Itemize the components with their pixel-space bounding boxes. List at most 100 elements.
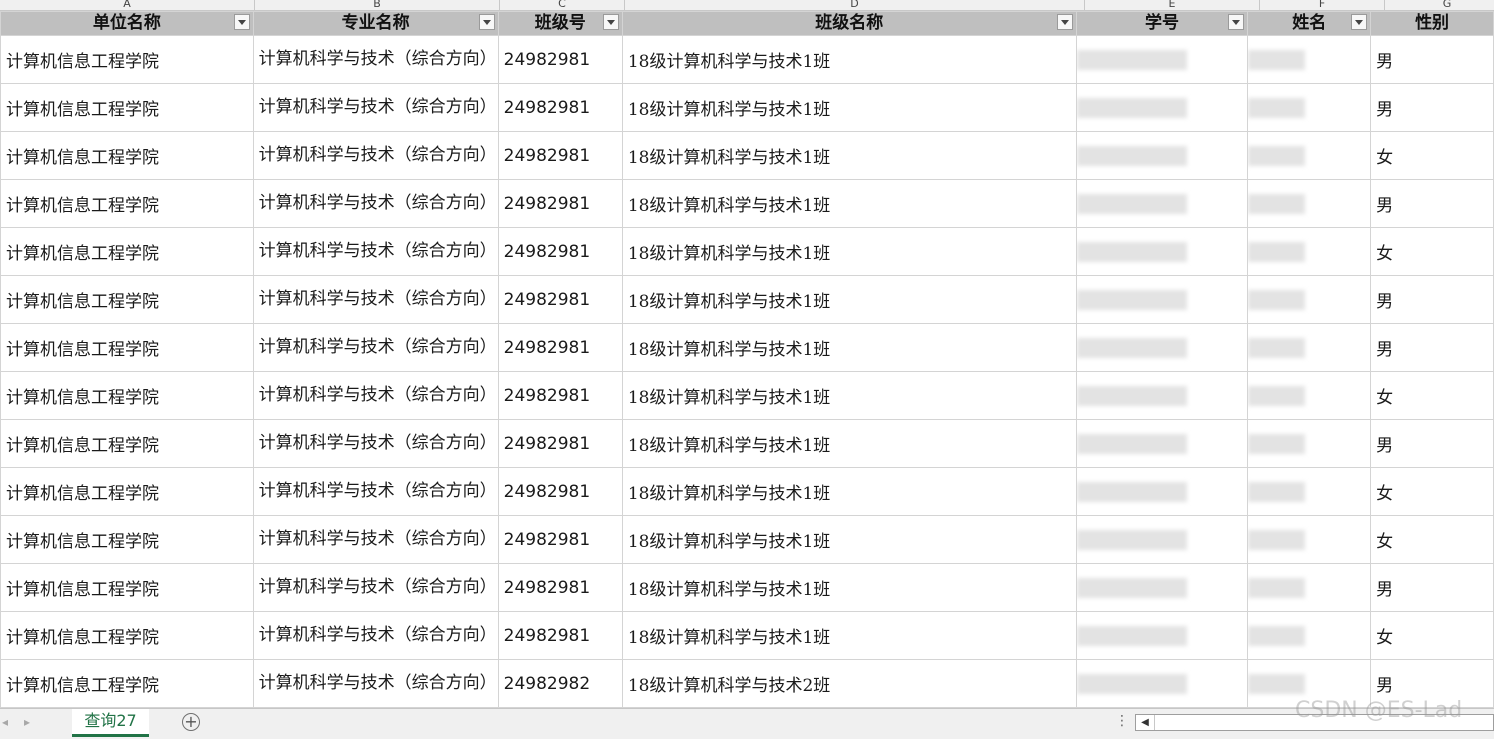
cell-gender[interactable]: 男 [1370,563,1494,612]
header-cell-major[interactable]: 专业名称 [252,11,499,36]
cell-class-no[interactable]: 24982981 [497,419,623,468]
sheet-nav-next-icon[interactable]: ▸ [24,715,30,729]
cell-class-no[interactable]: 24982981 [497,275,623,324]
cell-student-id-redacted[interactable] [1075,611,1249,660]
cell-name-redacted[interactable] [1247,419,1372,468]
cell-unit[interactable]: 计算机信息工程学院 [0,611,254,660]
cell-name-redacted[interactable] [1247,467,1372,516]
cell-name-redacted[interactable] [1247,275,1372,324]
filter-dropdown-icon[interactable] [1056,14,1073,30]
cell-class-no[interactable]: 24982982 [497,659,623,708]
cell-student-id-redacted[interactable] [1075,83,1249,132]
cell-gender[interactable]: 男 [1370,35,1494,84]
cell-student-id-redacted[interactable] [1075,275,1249,324]
cell-gender[interactable]: 女 [1370,467,1494,516]
cell-class-name[interactable]: 18级计算机科学与技术1班 [621,419,1077,468]
cell-class-no[interactable]: 24982981 [497,35,623,84]
column-letter-e[interactable]: E [1085,0,1259,10]
cell-class-no[interactable]: 24982981 [497,179,623,228]
cell-gender[interactable]: 男 [1370,275,1494,324]
cell-name-redacted[interactable] [1247,563,1372,612]
column-letter-f[interactable]: F [1260,0,1384,10]
header-cell-name[interactable]: 姓名 [1247,11,1372,36]
cell-unit[interactable]: 计算机信息工程学院 [0,659,254,708]
cell-gender[interactable]: 男 [1370,179,1494,228]
cell-name-redacted[interactable] [1247,323,1372,372]
cell-class-no[interactable]: 24982981 [497,563,623,612]
cell-class-no[interactable]: 24982981 [497,131,623,180]
cell-major[interactable]: 计算机科学与技术（综合方向） [252,515,499,564]
cell-major[interactable]: 计算机科学与技术（综合方向） [252,83,499,132]
cell-class-name[interactable]: 18级计算机科学与技术1班 [621,131,1077,180]
filter-dropdown-icon[interactable] [233,14,250,30]
cell-name-redacted[interactable] [1247,131,1372,180]
cell-class-name[interactable]: 18级计算机科学与技术1班 [621,467,1077,516]
cell-major[interactable]: 计算机科学与技术（综合方向） [252,179,499,228]
header-cell-unit[interactable]: 单位名称 [0,11,254,36]
cell-class-name[interactable]: 18级计算机科学与技术1班 [621,275,1077,324]
header-cell-student-id[interactable]: 学号 [1075,11,1249,36]
cell-class-no[interactable]: 24982981 [497,227,623,276]
cell-class-no[interactable]: 24982981 [497,611,623,660]
cell-student-id-redacted[interactable] [1075,35,1249,84]
cell-name-redacted[interactable] [1247,179,1372,228]
cell-major[interactable]: 计算机科学与技术（综合方向） [252,323,499,372]
cell-major[interactable]: 计算机科学与技术（综合方向） [252,563,499,612]
cell-gender[interactable]: 女 [1370,611,1494,660]
cell-student-id-redacted[interactable] [1075,371,1249,420]
cell-class-name[interactable]: 18级计算机科学与技术1班 [621,35,1077,84]
cell-major[interactable]: 计算机科学与技术（综合方向） [252,275,499,324]
filter-dropdown-icon[interactable] [1228,14,1245,30]
cell-gender[interactable]: 男 [1370,83,1494,132]
cell-major[interactable]: 计算机科学与技术（综合方向） [252,467,499,516]
cell-student-id-redacted[interactable] [1075,227,1249,276]
tab-split-handle-icon[interactable]: ⋮ [1115,713,1129,729]
cell-unit[interactable]: 计算机信息工程学院 [0,467,254,516]
cell-class-name[interactable]: 18级计算机科学与技术1班 [621,515,1077,564]
cell-gender[interactable]: 女 [1370,515,1494,564]
cell-unit[interactable]: 计算机信息工程学院 [0,83,254,132]
cell-major[interactable]: 计算机科学与技术（综合方向） [252,131,499,180]
cell-gender[interactable]: 女 [1370,131,1494,180]
cell-class-no[interactable]: 24982981 [497,83,623,132]
header-cell-gender[interactable]: 性别 [1370,11,1494,36]
cell-major[interactable]: 计算机科学与技术（综合方向） [252,611,499,660]
cell-student-id-redacted[interactable] [1075,131,1249,180]
plus-circle-icon[interactable]: + [182,713,200,731]
column-letter-c[interactable]: C [500,0,624,10]
sheet-nav-prev-icon[interactable]: ◂ [2,715,8,729]
filter-dropdown-icon[interactable] [602,14,619,30]
cell-gender[interactable]: 女 [1370,227,1494,276]
column-letter-a[interactable]: A [0,0,254,10]
cell-class-name[interactable]: 18级计算机科学与技术1班 [621,179,1077,228]
cell-student-id-redacted[interactable] [1075,467,1249,516]
scroll-left-icon[interactable]: ◀ [1136,715,1155,730]
cell-gender[interactable]: 男 [1370,323,1494,372]
cell-unit[interactable]: 计算机信息工程学院 [0,371,254,420]
cell-unit[interactable]: 计算机信息工程学院 [0,419,254,468]
cell-unit[interactable]: 计算机信息工程学院 [0,323,254,372]
cell-class-no[interactable]: 24982981 [497,467,623,516]
cell-name-redacted[interactable] [1247,515,1372,564]
cell-unit[interactable]: 计算机信息工程学院 [0,515,254,564]
column-letter-g[interactable]: G [1385,0,1494,10]
header-cell-class-name[interactable]: 班级名称 [621,11,1077,36]
cell-name-redacted[interactable] [1247,227,1372,276]
filter-dropdown-icon[interactable] [478,14,495,30]
sheet-tab-active[interactable]: 查询27 [72,709,149,737]
cell-name-redacted[interactable] [1247,611,1372,660]
filter-dropdown-icon[interactable] [1351,14,1368,30]
cell-class-name[interactable]: 18级计算机科学与技术1班 [621,83,1077,132]
cell-unit[interactable]: 计算机信息工程学院 [0,35,254,84]
cell-student-id-redacted[interactable] [1075,419,1249,468]
cell-unit[interactable]: 计算机信息工程学院 [0,563,254,612]
cell-class-no[interactable]: 24982981 [497,371,623,420]
cell-major[interactable]: 计算机科学与技术（综合方向） [252,419,499,468]
cell-student-id-redacted[interactable] [1075,179,1249,228]
cell-student-id-redacted[interactable] [1075,515,1249,564]
cell-class-name[interactable]: 18级计算机科学与技术1班 [621,227,1077,276]
cell-student-id-redacted[interactable] [1075,323,1249,372]
cell-class-name[interactable]: 18级计算机科学与技术1班 [621,323,1077,372]
cell-class-name[interactable]: 18级计算机科学与技术2班 [621,659,1077,708]
cell-class-no[interactable]: 24982981 [497,515,623,564]
